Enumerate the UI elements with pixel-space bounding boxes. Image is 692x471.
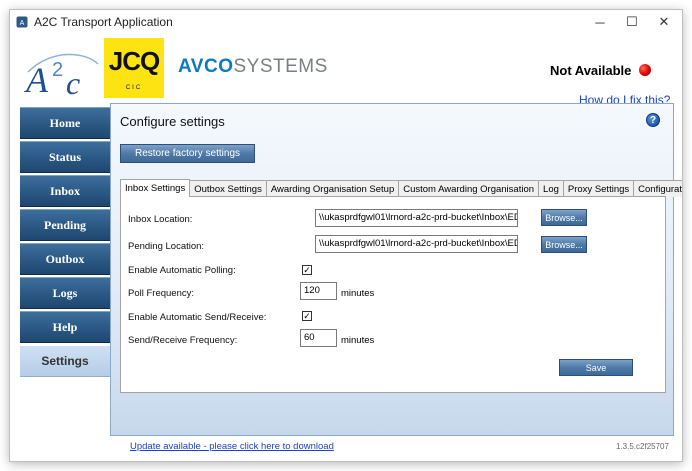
settings-tabs: Inbox Settings Outbox Settings Awarding …: [120, 179, 682, 197]
connection-status: Not Available: [550, 63, 632, 78]
help-icon[interactable]: ?: [646, 113, 660, 127]
pending-location-label: Pending Location:: [128, 241, 205, 252]
maximize-icon[interactable]: ☐: [616, 10, 648, 34]
avco-logo-rest: SYSTEMS: [233, 56, 328, 77]
sidebar-item-settings[interactable]: Settings: [20, 345, 110, 377]
svg-text:2: 2: [52, 59, 63, 81]
tab-inbox-settings[interactable]: Inbox Settings: [120, 179, 191, 197]
sidebar-item-home[interactable]: Home: [20, 107, 110, 139]
inbox-location-label: Inbox Location:: [128, 214, 193, 225]
tab-log[interactable]: Log: [538, 180, 564, 197]
sidebar-item-help[interactable]: Help: [20, 311, 110, 343]
app-icon: A: [16, 16, 28, 28]
header: A 2 c JCQ CIC AVCOSYSTEMS Not Available …: [10, 34, 682, 108]
jcq-logo-text: JCQ: [108, 46, 160, 76]
jcq-logo: JCQ CIC: [104, 38, 164, 98]
tab-awarding-organisation-setup[interactable]: Awarding Organisation Setup: [265, 180, 400, 197]
svg-text:c: c: [66, 65, 80, 100]
auto-send-receive-label: Enable Automatic Send/Receive:: [128, 312, 267, 323]
sidebar-item-inbox[interactable]: Inbox: [20, 175, 110, 207]
title-bar: A A2C Transport Application ─ ☐ ✕: [10, 10, 682, 34]
avco-logo-accent: AVCO: [178, 56, 234, 77]
sidebar-item-pending[interactable]: Pending: [20, 209, 110, 241]
tab-outbox-settings[interactable]: Outbox Settings: [189, 180, 267, 197]
inbox-browse-button[interactable]: Browse...: [541, 209, 587, 226]
auto-polling-checkbox[interactable]: ✓: [302, 265, 312, 275]
status-indicator-icon: [639, 64, 651, 76]
inbox-settings-content: Inbox Location: \\ukasprdfgwl01\lrnord-a…: [120, 196, 666, 393]
pending-browse-button[interactable]: Browse...: [541, 236, 587, 253]
inbox-location-input[interactable]: \\ukasprdfgwl01\lrnord-a2c-prd-bucket\In…: [315, 209, 518, 227]
tab-custom-awarding-organisation[interactable]: Custom Awarding Organisation: [398, 180, 540, 197]
sidebar-item-logs[interactable]: Logs: [20, 277, 110, 309]
minimize-icon[interactable]: ─: [584, 10, 616, 34]
a2c-logo: A 2 c: [24, 53, 99, 100]
send-receive-frequency-label: Send/Receive Frequency:: [128, 335, 238, 346]
poll-frequency-input[interactable]: 120: [300, 282, 337, 300]
poll-frequency-label: Poll Frequency:: [128, 288, 195, 299]
pending-location-input[interactable]: \\ukasprdfgwl01\lrnord-a2c-prd-bucket\In…: [315, 235, 518, 253]
settings-panel: Configure settings ? Restore factory set…: [110, 103, 682, 436]
page-title: Configure settings: [120, 114, 225, 129]
update-available-link[interactable]: Update available - please click here to …: [130, 441, 334, 452]
sidebar-item-status[interactable]: Status: [20, 141, 110, 173]
sidebar-item-outbox[interactable]: Outbox: [20, 243, 110, 275]
avco-logo: AVCOSYSTEMS: [178, 56, 328, 78]
window-title: A2C Transport Application: [34, 15, 173, 29]
restore-factory-settings-button[interactable]: Restore factory settings: [120, 144, 255, 163]
version-label: 1.3.5.c2f25707: [616, 442, 669, 451]
svg-text:A: A: [20, 20, 25, 27]
sidebar-nav: Home Status Inbox Pending Outbox Logs He…: [20, 107, 110, 377]
close-icon[interactable]: ✕: [648, 10, 680, 34]
auto-send-receive-checkbox[interactable]: ✓: [302, 311, 312, 321]
auto-polling-label: Enable Automatic Polling:: [128, 265, 236, 276]
save-button[interactable]: Save: [559, 359, 633, 376]
app-window: A A2C Transport Application ─ ☐ ✕ A 2 c …: [9, 9, 683, 462]
svg-text:A: A: [24, 60, 49, 100]
send-receive-frequency-input[interactable]: 60: [300, 329, 337, 347]
send-receive-frequency-unit: minutes: [341, 335, 375, 346]
poll-frequency-unit: minutes: [341, 288, 375, 299]
jcq-logo-sub: CIC: [125, 85, 143, 91]
tab-proxy-settings[interactable]: Proxy Settings: [562, 180, 635, 197]
tab-configuration-version[interactable]: Configuration Version: [633, 180, 682, 197]
